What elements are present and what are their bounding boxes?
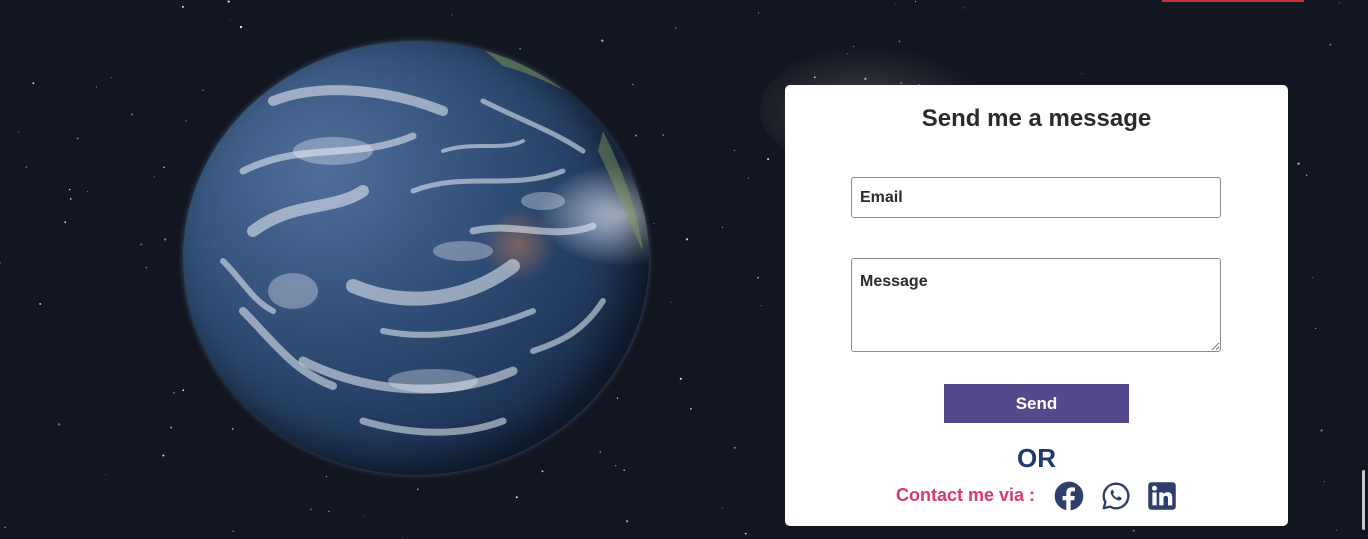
star	[733, 149, 736, 152]
star	[416, 488, 419, 491]
star	[914, 1, 916, 3]
star	[1305, 174, 1308, 176]
star	[1320, 429, 1323, 432]
star	[1297, 162, 1300, 165]
star	[451, 14, 453, 16]
star	[747, 177, 749, 179]
star	[232, 530, 234, 532]
star	[163, 166, 165, 169]
star	[227, 0, 230, 3]
star	[239, 25, 243, 29]
star	[87, 191, 89, 193]
star	[364, 515, 366, 516]
star	[767, 158, 770, 161]
star	[1132, 529, 1135, 532]
whatsapp-icon[interactable]	[1101, 481, 1131, 511]
star	[105, 474, 107, 476]
star	[722, 226, 723, 228]
star	[162, 454, 165, 457]
star	[898, 40, 901, 43]
star	[0, 261, 1, 264]
linkedin-icon[interactable]	[1147, 481, 1177, 511]
star	[1335, 529, 1338, 531]
star	[230, 19, 232, 21]
star	[744, 532, 747, 535]
star	[76, 137, 79, 140]
star	[733, 446, 736, 449]
star	[1323, 481, 1325, 483]
star	[64, 221, 67, 224]
star	[153, 176, 155, 178]
star	[1080, 73, 1083, 75]
star	[653, 223, 655, 224]
contact-via-label: Contact me via :	[896, 485, 1036, 505]
star	[70, 198, 72, 200]
star	[757, 276, 760, 279]
star	[32, 82, 35, 85]
star	[760, 305, 762, 307]
star	[679, 377, 682, 380]
star	[57, 423, 61, 426]
star	[963, 7, 965, 9]
star	[1338, 2, 1340, 4]
message-textarea[interactable]	[851, 258, 1221, 352]
star	[145, 266, 148, 269]
star	[894, 3, 896, 5]
star	[39, 302, 42, 305]
star	[625, 520, 629, 523]
star	[310, 508, 312, 510]
star	[662, 134, 664, 136]
star	[164, 238, 167, 241]
contact-form-title: Send me a message	[921, 105, 1152, 132]
earth-clouds	[220, 49, 643, 436]
star	[402, 537, 404, 539]
star	[1329, 43, 1332, 46]
or-divider-text: OR	[1017, 443, 1056, 473]
star	[4, 526, 6, 529]
star	[169, 426, 173, 429]
star	[1312, 276, 1314, 278]
top-accent-bar	[1162, 0, 1304, 2]
star	[69, 188, 71, 191]
star	[325, 475, 328, 478]
star	[675, 27, 677, 29]
star	[1314, 327, 1317, 330]
star	[140, 243, 143, 246]
star	[25, 166, 28, 168]
star	[96, 86, 97, 88]
star	[515, 496, 518, 499]
earth-globe[interactable]	[183, 41, 649, 475]
star	[328, 510, 330, 512]
star	[757, 12, 760, 14]
star	[181, 5, 184, 8]
star	[670, 301, 672, 303]
star	[685, 238, 689, 241]
star	[721, 507, 723, 509]
facebook-icon[interactable]	[1054, 481, 1084, 511]
star	[173, 391, 176, 394]
star	[111, 76, 113, 79]
send-button[interactable]: Send	[944, 384, 1129, 423]
star	[17, 131, 19, 133]
star	[131, 113, 134, 116]
star	[690, 408, 692, 410]
contact-card: Send me a message Send OR Contact me via…	[785, 85, 1288, 526]
page-scrollbar-thumb[interactable]	[1362, 470, 1365, 530]
email-input[interactable]	[851, 177, 1221, 218]
